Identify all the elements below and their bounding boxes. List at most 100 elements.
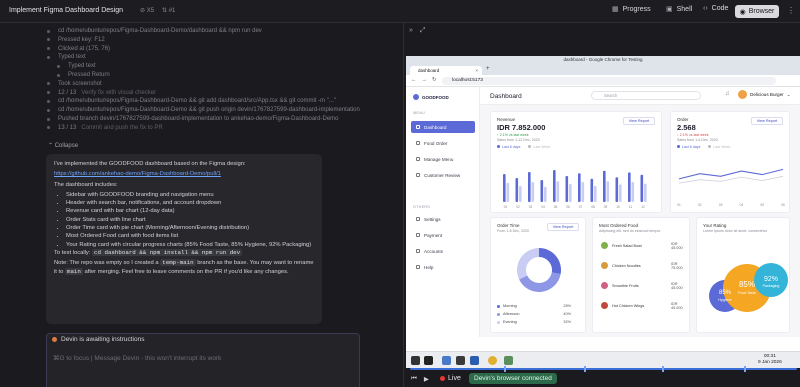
- expand-icon[interactable]: ⤢: [420, 27, 426, 35]
- order-time-pie-chart: [517, 248, 561, 292]
- revenue-bar: [581, 182, 585, 202]
- chrome-tab-dashboard[interactable]: dashboard ×: [410, 66, 482, 75]
- test-command: cd dashboard && npm install && npm run d…: [92, 248, 243, 256]
- revenue-bar: [603, 170, 606, 202]
- skip-back-icon[interactable]: ⏮: [411, 375, 417, 383]
- timeline-marker[interactable]: [584, 366, 586, 372]
- dash-search-input[interactable]: Search: [591, 91, 701, 100]
- sidebar-item-payment[interactable]: Payment: [411, 229, 475, 241]
- food-item: Smoothie Fruits IDR 45.000: [601, 282, 687, 290]
- pie-legend-item: Morning 28%: [497, 304, 571, 308]
- sidebar-item-help[interactable]: Help: [411, 261, 475, 273]
- play-icon[interactable]: ▶: [424, 375, 429, 383]
- revenue-tick-label: 09: [604, 205, 608, 209]
- revenue-view-report-button[interactable]: View Report: [623, 117, 655, 125]
- revenue-bar: [631, 182, 635, 202]
- browser-tab[interactable]: ◉ Browser: [735, 5, 779, 18]
- reload-icon[interactable]: ↻: [432, 77, 437, 83]
- app2-icon[interactable]: [504, 356, 513, 365]
- new-tab-icon[interactable]: +: [486, 66, 490, 72]
- code-icon: ‹›: [703, 5, 708, 12]
- browser-pane: » ⤢ dashboard - Google Chrome for Testing…: [403, 23, 800, 387]
- feature-item: Revenue card with bar chart (12-day data…: [66, 207, 314, 215]
- rating-sub: Lorem ipsum dolor sit amet, consectetur: [703, 229, 767, 233]
- log-line: Pressed Return: [57, 72, 110, 78]
- timeline-marker[interactable]: [504, 366, 506, 372]
- forward-icon[interactable]: →: [422, 77, 428, 83]
- more-icon[interactable]: ⋮: [787, 6, 795, 15]
- pr-link[interactable]: https://github.com/ankehao-demo/Figma-Da…: [54, 171, 221, 177]
- bell-icon[interactable]: ♫: [725, 91, 730, 97]
- order-time-view-report-button[interactable]: View Report: [547, 223, 579, 231]
- dash-sidebar: GOODFOOD MENU Dashboard Food Order Manage …: [406, 87, 480, 337]
- close-tab-icon[interactable]: ×: [475, 66, 478, 75]
- session-title[interactable]: Implement Figma Dashboard Design: [9, 7, 123, 14]
- sidebar-item-food-order[interactable]: Food Order: [411, 137, 475, 149]
- order-card: Order 2.568 ↓ 2.1% vs last week Sales fr…: [670, 111, 790, 213]
- chrome-window: dashboard - Google Chrome for Testing da…: [406, 56, 800, 368]
- sidebar-item-manage-menu[interactable]: Manage Menu: [411, 153, 475, 165]
- sidebar-item-settings[interactable]: Settings: [411, 213, 475, 225]
- launcher-icon[interactable]: [411, 356, 420, 365]
- dashboard-app: GOODFOOD MENU Dashboard Food Order Manage …: [406, 87, 800, 337]
- revenue-value: IDR 7.852.000: [497, 123, 546, 132]
- revenue-tick-label: 06: [566, 205, 570, 209]
- food-taste-pct: 85%: [739, 280, 755, 289]
- chrome-icon[interactable]: [488, 356, 497, 365]
- collapse-button[interactable]: ⌃ Collapse: [48, 142, 78, 149]
- timeline-marker[interactable]: [662, 366, 664, 372]
- progress-tab[interactable]: ▦ Progress: [612, 5, 651, 14]
- files-icon[interactable]: [456, 356, 465, 365]
- brand-logo: GOODFOOD: [413, 94, 449, 100]
- revenue-bar: [606, 181, 610, 202]
- log-dot-icon: [47, 99, 50, 103]
- packaging-pct: 92%: [764, 276, 778, 283]
- revenue-bar: [594, 186, 597, 202]
- timeline-track[interactable]: [410, 368, 797, 370]
- app-icon[interactable]: [442, 356, 451, 365]
- order-tick-label: 04: [740, 203, 744, 207]
- editor-icon[interactable]: [470, 356, 479, 365]
- revenue-tick-label: 07: [579, 205, 583, 209]
- collapse-pane-icon[interactable]: »: [409, 27, 413, 35]
- timeline-marker[interactable]: [744, 366, 746, 372]
- feature-list: Sidebar with GOODFOOD branding and navig…: [66, 191, 314, 249]
- replay-timeline[interactable]: [404, 365, 800, 373]
- sidebar-item-accounts[interactable]: Accounts: [411, 245, 475, 257]
- revenue-bar: [531, 182, 535, 202]
- order-title: Order: [677, 117, 689, 122]
- order-view-report-button[interactable]: View Report: [751, 117, 783, 125]
- message-input[interactable]: ⌘G to focus | Message Devin - this won't…: [46, 344, 360, 387]
- terminal-icon[interactable]: [424, 356, 433, 365]
- log-line: Typed text: [57, 63, 96, 69]
- food-item: Chicken Noodles IDR 75.000: [601, 262, 687, 270]
- food-thumbnail: [601, 282, 608, 289]
- back-icon[interactable]: ←: [411, 77, 417, 83]
- hygiene-label: Hygiene: [718, 298, 731, 302]
- sidebar-item-customer-review[interactable]: Customer Review: [411, 169, 475, 181]
- live-button[interactable]: Live: [440, 375, 461, 382]
- url-bar[interactable]: localhost:5173: [442, 77, 776, 85]
- shell-tab[interactable]: ▣ Shell: [666, 5, 692, 14]
- order-sub: Sales from 1-6 Dec, 2020: [677, 138, 718, 142]
- revenue-sub: Sales from 1-12 Dec, 2020: [497, 138, 540, 142]
- code-tab[interactable]: ‹› Code: [703, 5, 728, 12]
- order-tick-label: 05: [760, 203, 764, 207]
- revenue-bar: [556, 181, 560, 202]
- log-line: Pushed branch devin/1767827599-dashboard…: [47, 116, 339, 122]
- logo-icon: [413, 94, 419, 100]
- replay-controls: ⏮ ▶ Live Devin's browser connected: [404, 373, 800, 387]
- pie-slice: [539, 248, 561, 275]
- message-includes: The dashboard includes:: [54, 181, 118, 188]
- pie-legend-item: Afternoon 40%: [497, 312, 571, 316]
- sidebar-item-dashboard[interactable]: Dashboard: [411, 121, 475, 133]
- revenue-bar: [578, 173, 581, 202]
- chevron-down-icon: ⌄: [786, 91, 791, 97]
- session-meta-pr[interactable]: ⇅ #1: [162, 7, 175, 14]
- account-dropdown[interactable]: Delicious Burger ⌄: [738, 90, 791, 99]
- revenue-tick-label: 01: [504, 205, 508, 209]
- revenue-tick-label: 04: [541, 205, 545, 209]
- food-thumbnail: [601, 262, 608, 269]
- order-tick-label: 06: [781, 203, 785, 207]
- log-line: 12 / 13 Verify fix with visual checker: [47, 90, 156, 96]
